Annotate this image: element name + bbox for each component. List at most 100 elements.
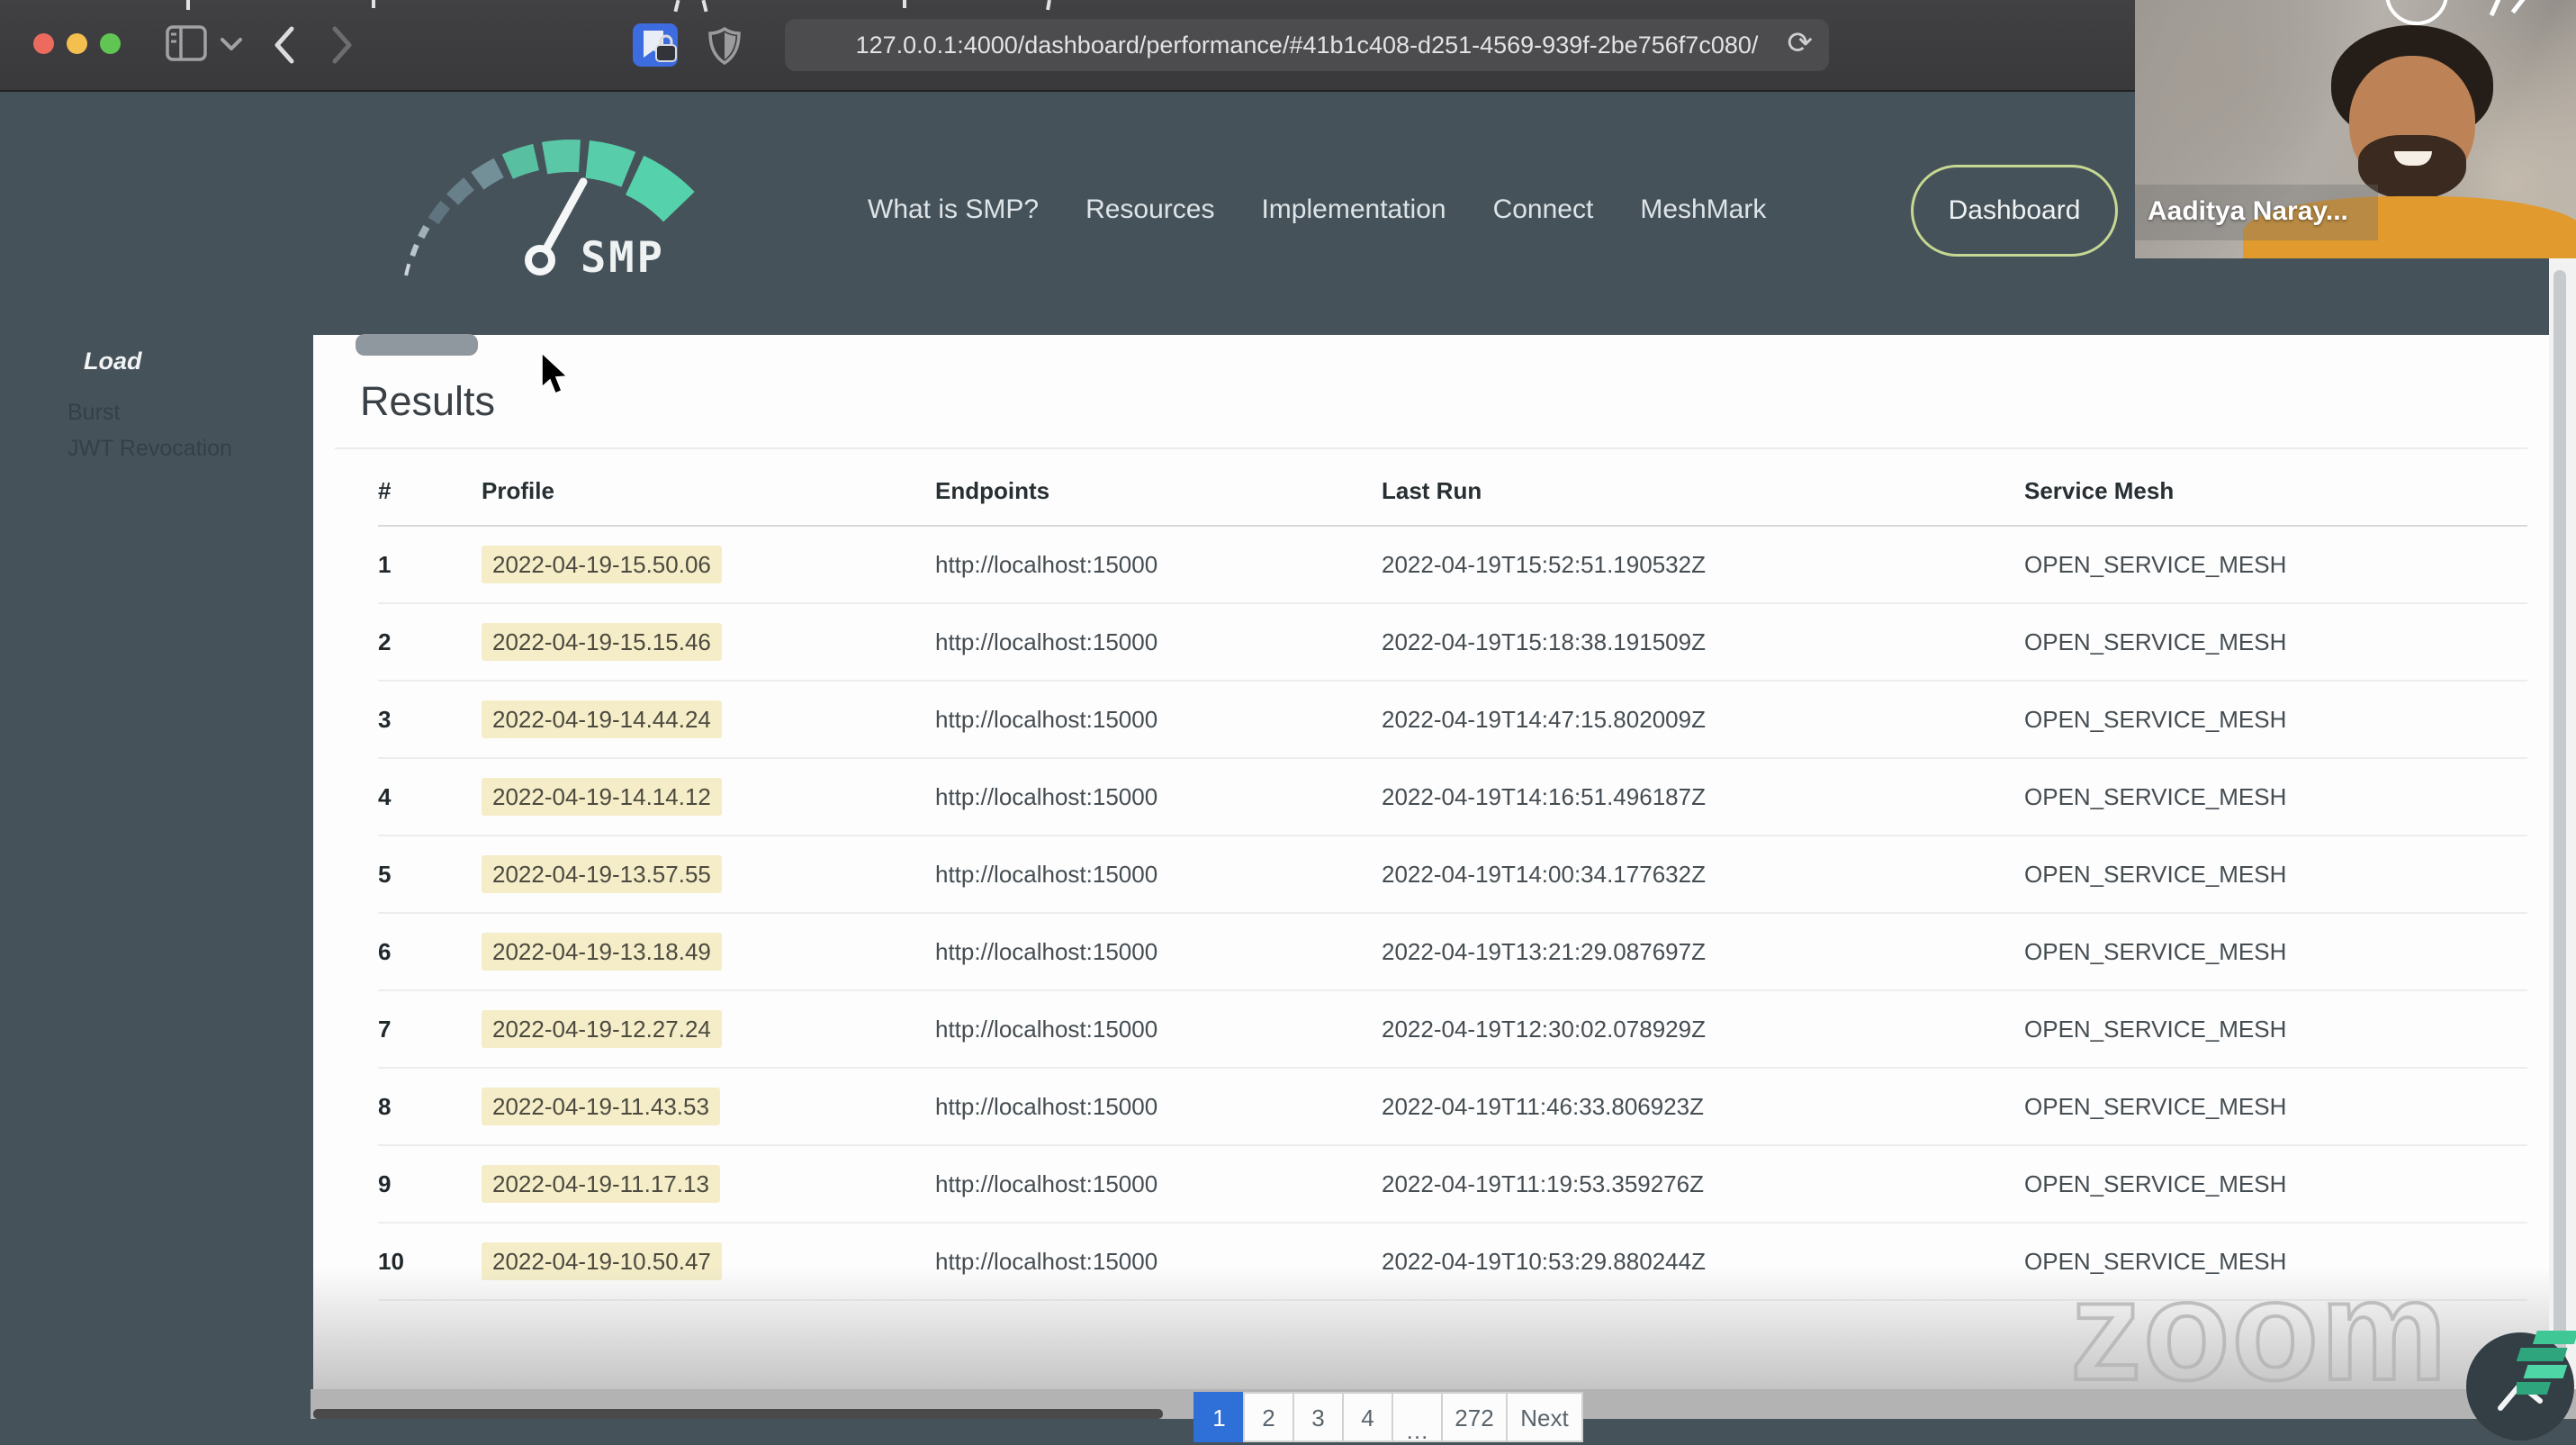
col-header-lastrun: Last Run	[1382, 477, 1482, 504]
chevron-down-icon[interactable]	[220, 36, 243, 52]
cutoff-shape	[2489, 0, 2502, 17]
forward-button[interactable]	[329, 25, 356, 65]
cutoff-circle-shape	[2385, 0, 2448, 25]
lastrun-value: 2022-04-19T11:19:53.359276Z	[1382, 1170, 1705, 1197]
title-divider	[335, 447, 2527, 449]
shield-extension-icon[interactable]	[707, 27, 742, 65]
row-number: 4	[378, 782, 392, 810]
pagination-next-button[interactable]: Next	[1506, 1392, 1583, 1442]
pagination-page-4[interactable]: 4	[1342, 1392, 1393, 1442]
mouse-cursor	[541, 351, 569, 395]
pagination-page-3[interactable]: 3	[1293, 1392, 1344, 1442]
profile-value[interactable]: 2022-04-19-11.17.13	[482, 1164, 720, 1203]
mesh-value: OPEN_SERVICE_MESH	[2024, 1170, 2287, 1197]
nav-item-dashboard[interactable]: Dashboard	[1911, 165, 2118, 257]
profile-value[interactable]: 2022-04-19-14.14.12	[482, 777, 722, 816]
lastrun-value: 2022-04-19T14:47:15.802009Z	[1382, 705, 1706, 733]
cutoff-text-fragment	[186, 0, 190, 10]
table-header-row: # Profile Endpoints Last Run Service Mes…	[378, 456, 2527, 527]
row-number: 1	[378, 550, 392, 578]
mesh-value: OPEN_SERVICE_MESH	[2024, 550, 2287, 578]
table-row[interactable]: 2 2022-04-19-15.15.46 http://localhost:1…	[378, 604, 2527, 682]
cutoff-text-fragment	[673, 0, 680, 13]
nav-links: What is SMP? Resources Implementation Conne…	[868, 194, 1766, 225]
layers-logo-icon	[2517, 1331, 2576, 1395]
row-number: 7	[378, 1015, 392, 1043]
nav-item-connect[interactable]: Connect	[1493, 194, 1594, 225]
smp-logo[interactable]: SMP	[378, 108, 828, 342]
horizontal-scrollbar[interactable]	[313, 1409, 1163, 1419]
endpoints-value: http://localhost:15000	[935, 1247, 1158, 1275]
profile-value[interactable]: 2022-04-19-10.50.47	[482, 1242, 722, 1280]
profile-value[interactable]: 2022-04-19-13.18.49	[482, 932, 722, 971]
mesh-value: OPEN_SERVICE_MESH	[2024, 782, 2287, 810]
profile-value[interactable]: 2022-04-19-15.15.46	[482, 622, 722, 661]
webcam-overlay: Aaditya Naray...	[2135, 0, 2576, 258]
col-header-mesh: Service Mesh	[2024, 477, 2175, 504]
pagination-page-2[interactable]: 2	[1243, 1392, 1294, 1442]
cutoff-shape	[2510, 0, 2527, 14]
table-row[interactable]: 5 2022-04-19-13.57.55 http://localhost:1…	[378, 836, 2527, 914]
col-header-num: #	[378, 477, 392, 504]
lastrun-value: 2022-04-19T15:52:51.190532Z	[1382, 550, 1706, 578]
dashboard-label: Dashboard	[1948, 195, 2081, 225]
logo-text: SMP	[581, 233, 665, 283]
mesh-value: OPEN_SERVICE_MESH	[2024, 705, 2287, 733]
endpoints-value: http://localhost:15000	[935, 937, 1158, 965]
back-button[interactable]	[270, 25, 297, 65]
vertical-scrollbar[interactable]	[2553, 270, 2566, 1383]
nav-item-what-is-smp[interactable]: What is SMP?	[868, 194, 1039, 225]
sidebar-item-burst[interactable]: Burst	[68, 400, 120, 426]
url-bar[interactable]: 127.0.0.1:4000/dashboard/performance/#41…	[785, 19, 1829, 71]
table-row[interactable]: 4 2022-04-19-14.14.12 http://localhost:1…	[378, 759, 2527, 836]
mesh-value: OPEN_SERVICE_MESH	[2024, 1092, 2287, 1120]
row-number: 8	[378, 1092, 392, 1120]
sidebar-item-jwt-revocation[interactable]: JWT Revocation	[68, 436, 232, 462]
col-header-profile: Profile	[482, 477, 554, 504]
table-row[interactable]: 3 2022-04-19-14.44.24 http://localhost:1…	[378, 682, 2527, 759]
row-number: 9	[378, 1170, 392, 1197]
profile-value[interactable]: 2022-04-19-13.57.55	[482, 854, 722, 893]
lastrun-value: 2022-04-19T15:18:38.191509Z	[1382, 628, 1706, 655]
lastrun-value: 2022-04-19T12:30:02.078929Z	[1382, 1015, 1706, 1043]
profile-value[interactable]: 2022-04-19-15.50.06	[482, 545, 722, 583]
reload-icon[interactable]: ⟳	[1788, 25, 1814, 61]
lastrun-value: 2022-04-19T13:21:29.087697Z	[1382, 937, 1706, 965]
table-row[interactable]: 8 2022-04-19-11.43.53 http://localhost:1…	[378, 1069, 2527, 1146]
page-title: Results	[360, 378, 496, 424]
pagination-page-272[interactable]: 272	[1441, 1392, 1508, 1442]
endpoints-value: http://localhost:15000	[935, 705, 1158, 733]
row-number: 2	[378, 628, 392, 655]
profile-value[interactable]: 2022-04-19-14.44.24	[482, 700, 722, 738]
sidebar-toggle-icon[interactable]	[166, 25, 207, 61]
zoom-watermark: zoom	[2068, 1250, 2449, 1412]
endpoints-value: http://localhost:15000	[935, 1092, 1158, 1120]
zoom-window-button[interactable]	[100, 33, 121, 54]
lastrun-value: 2022-04-19T14:00:34.177632Z	[1382, 860, 1706, 888]
password-extension-icon[interactable]	[633, 23, 685, 68]
profile-value[interactable]: 2022-04-19-12.27.24	[482, 1009, 722, 1048]
pagination-page-…[interactable]: …	[1392, 1392, 1443, 1444]
table-row[interactable]: 9 2022-04-19-11.17.13 http://localhost:1…	[378, 1146, 2527, 1224]
endpoints-value: http://localhost:15000	[935, 628, 1158, 655]
row-number: 10	[378, 1247, 404, 1275]
pagination-page-1[interactable]: 1	[1193, 1392, 1245, 1442]
cutoff-text-fragment	[903, 0, 906, 8]
nav-item-implementation[interactable]: Implementation	[1261, 194, 1446, 225]
lastrun-value: 2022-04-19T14:16:51.496187Z	[1382, 782, 1706, 810]
table-row[interactable]: 1 2022-04-19-15.50.06 http://localhost:1…	[378, 527, 2527, 604]
sidebar-item-load[interactable]: Load	[84, 348, 142, 375]
endpoints-value: http://localhost:15000	[935, 860, 1158, 888]
table-row[interactable]: 6 2022-04-19-13.18.49 http://localhost:1…	[378, 914, 2527, 991]
nav-item-meshmark[interactable]: MeshMark	[1640, 194, 1766, 225]
mesh-value: OPEN_SERVICE_MESH	[2024, 860, 2287, 888]
cutoff-text-fragment	[372, 0, 375, 8]
table-row[interactable]: 7 2022-04-19-12.27.24 http://localhost:1…	[378, 991, 2527, 1069]
nav-item-resources[interactable]: Resources	[1085, 194, 1214, 225]
minimize-window-button[interactable]	[67, 33, 87, 54]
profile-value[interactable]: 2022-04-19-11.43.53	[482, 1087, 720, 1125]
cutoff-text-fragment	[1046, 0, 1051, 11]
endpoints-value: http://localhost:15000	[935, 1170, 1158, 1197]
row-number: 3	[378, 705, 392, 733]
close-window-button[interactable]	[33, 33, 54, 54]
